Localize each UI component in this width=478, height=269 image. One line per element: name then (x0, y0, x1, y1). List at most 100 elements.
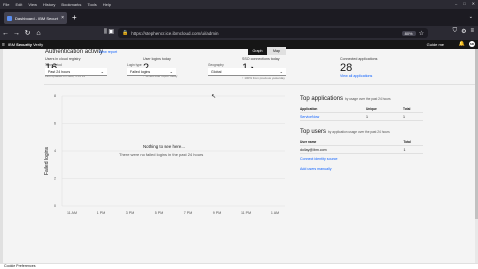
app-name-link[interactable]: ServiceNow (300, 115, 366, 119)
app-header: ≡ IBM Security Verify Guide me 🔔 SD (0, 40, 478, 49)
maximize-icon[interactable]: □ (463, 1, 465, 6)
column-header: Total (403, 106, 411, 111)
column-header: Application (300, 106, 318, 111)
y-tick-label: 2 (54, 177, 56, 181)
y-axis-label: Failed logins (44, 146, 50, 175)
top-users-title: Top users by application usage over the p… (300, 129, 390, 135)
brand-bold: Security (16, 42, 32, 47)
brand-name[interactable]: IBM Security Verify (8, 42, 43, 47)
filter-label: Time period (45, 63, 62, 67)
no-data-title: Nothing to see here... (143, 144, 185, 149)
y-tick-label: 8 (54, 94, 56, 98)
minimize-icon[interactable]: – (455, 1, 457, 6)
zoom-level[interactable]: 80% (401, 30, 416, 36)
mouse-cursor-icon: ↖ (211, 94, 217, 100)
section-title: Top users (300, 129, 327, 135)
time-period-filter: Time period Past 24 hours ⌄ (45, 63, 107, 76)
filter-label: Geography (208, 63, 224, 67)
x-tick-label: 7 PM (184, 211, 192, 215)
chevron-down-icon: ⌄ (100, 69, 104, 74)
menu-file[interactable]: File (3, 2, 9, 7)
avatar[interactable]: SD (469, 41, 475, 47)
total-count: 1 (403, 147, 406, 152)
y-tick-label: 6 (54, 122, 56, 126)
divider (44, 84, 478, 85)
filter-value: Failed logins (130, 69, 151, 74)
login-type-select[interactable]: Failed logins ⌄ (127, 68, 176, 76)
filter-value: Global (211, 69, 222, 74)
notification-icon[interactable]: 🔔 (459, 41, 465, 47)
top-applications-table: Application Unique Total ServiceNow 1 1 (300, 105, 423, 121)
back-icon[interactable]: ← (0, 30, 11, 37)
navigation-bar: ← → ↻ ⌂ ⫼ ▣ 🔒 https://stephencr.ice.ibmc… (0, 26, 478, 40)
stat-label: Users in cloud registry (45, 57, 81, 61)
stat-label: SSO connections today (242, 57, 280, 61)
table-row[interactable]: dollay@ibm.com 1 (300, 146, 423, 154)
time-period-select[interactable]: Past 24 hours ⌄ (45, 68, 107, 76)
close-window-icon[interactable]: ✕ (472, 1, 475, 6)
column-header: Unique (366, 106, 377, 111)
y-tick-label: 4 (54, 149, 56, 153)
add-users-manually-link[interactable]: Add users manually (300, 167, 332, 171)
chevron-down-icon: ⌄ (169, 69, 173, 74)
total-count: 1 (403, 114, 405, 119)
section-subtitle: by application usage over the past 24 ho… (328, 130, 390, 134)
url-text[interactable]: https://stephencr.ice.ibmcloud.com/ui/ad… (131, 31, 398, 36)
home-icon[interactable]: ⌂ (33, 30, 44, 37)
table-row[interactable]: ServiceNow 1 1 (300, 113, 423, 121)
forward-icon[interactable]: → (11, 30, 22, 37)
map-toggle[interactable]: Map (267, 47, 286, 55)
table-header: Application Unique Total (300, 105, 423, 113)
view-report-link[interactable]: View report (99, 50, 117, 54)
column-header: User name (300, 139, 317, 144)
lock-icon[interactable]: 🔒 (122, 30, 128, 36)
address-bar[interactable]: 🔒 https://stephencr.ice.ibmcloud.com/ui/… (118, 28, 428, 38)
x-tick-label: 11 AM (67, 211, 77, 215)
menu-bookmarks[interactable]: Bookmarks (61, 2, 81, 7)
stat-sub: ↑ 100% from previous yesterday (242, 76, 285, 80)
x-tick-label: 3 PM (126, 211, 134, 215)
stat-label: User logins today (143, 57, 171, 61)
tab-strip: Dashboard - IBM Security Ve × + ⌄ (0, 9, 478, 26)
geography-filter: Geography Global ⌄ (208, 63, 286, 76)
section-subtitle: by usage over the past 24 hours (345, 97, 391, 101)
brand-prefix: IBM (7, 42, 16, 47)
filter-value: Past 24 hours (48, 69, 71, 74)
y-tick-label: 0 (54, 204, 56, 208)
menu-edit[interactable]: Edit (15, 2, 22, 7)
graph-toggle[interactable]: Graph (248, 47, 267, 55)
list-tabs-icon[interactable]: ⌄ (469, 14, 473, 20)
hamburger-menu-icon[interactable]: ≡ (470, 28, 474, 35)
close-tab-icon[interactable]: × (61, 15, 64, 21)
tab-title: Dashboard - IBM Security Ve (15, 15, 58, 21)
library-icon[interactable]: ⫼ ▣ (104, 28, 114, 36)
filter-label: Login type (127, 63, 142, 67)
view-toggle: Graph Map (248, 47, 286, 55)
geography-select[interactable]: Global ⌄ (208, 68, 286, 76)
chevron-down-icon: ⌄ (279, 69, 283, 74)
stat-label: Connected applications (340, 57, 378, 61)
shield-icon[interactable]: ⛉ (453, 28, 458, 35)
browser-tab[interactable]: Dashboard - IBM Security Ve × (4, 12, 67, 24)
stat-connected-apps: Connected applications 28 View all appli… (340, 57, 377, 78)
x-tick-label: 5 PM (155, 211, 163, 215)
bookmark-star-icon[interactable]: ☆ (419, 30, 424, 37)
app-menu-icon[interactable]: ≡ (2, 42, 5, 48)
brand-suffix: Verify (33, 42, 44, 47)
no-data-message: There were no failed logins in the past … (119, 152, 204, 157)
extensions-icon[interactable]: ⚙ (461, 28, 466, 35)
connect-identity-source-link[interactable]: Connect identity source (300, 157, 338, 161)
cookie-preferences-link[interactable]: Cookie Preferences (4, 264, 36, 268)
menu-tools[interactable]: Tools (87, 2, 96, 7)
sidebar-rail (0, 49, 3, 263)
menu-view[interactable]: View (28, 2, 37, 7)
new-tab-icon[interactable]: + (72, 13, 77, 22)
user-name: dollay@ibm.com (300, 147, 327, 152)
x-tick-label: 9 PM (213, 211, 221, 215)
unique-count: 1 (366, 114, 368, 119)
view-all-apps-link[interactable]: View all applications (340, 74, 377, 78)
menu-history[interactable]: History (43, 2, 55, 7)
reload-icon[interactable]: ↻ (22, 29, 33, 37)
menu-help[interactable]: Help (103, 2, 111, 7)
guide-me-button[interactable]: Guide me (427, 42, 444, 47)
